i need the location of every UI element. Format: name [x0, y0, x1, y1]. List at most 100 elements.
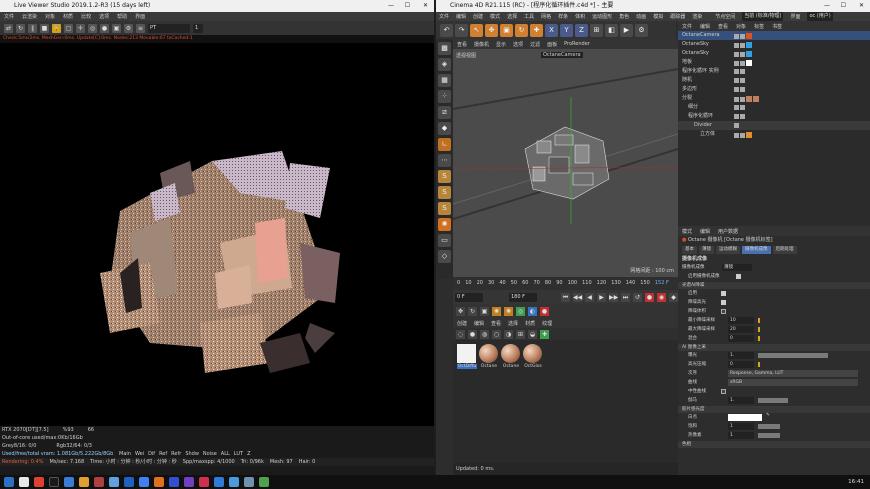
render-view-icon[interactable]: ◧	[605, 23, 618, 37]
floor-icon[interactable]: ▭	[438, 234, 451, 247]
taskbar-app-icon[interactable]	[109, 477, 119, 487]
param-checkbox[interactable]	[721, 309, 726, 314]
attribute-tab[interactable]: 运动模糊	[716, 246, 740, 254]
param-value[interactable]: 0	[728, 361, 754, 368]
octane-s-icon[interactable]: S	[438, 170, 451, 183]
object-menu-item[interactable]: 查看	[718, 23, 728, 30]
object-row[interactable]: 程序化循环 实例	[678, 67, 870, 76]
param-value[interactable]: 1.	[728, 352, 754, 359]
polygons-mode-icon[interactable]: ◆	[438, 122, 451, 135]
minimize-button[interactable]: —	[824, 0, 830, 12]
key-position-icon[interactable]: ✥	[456, 306, 465, 316]
material-menu-item[interactable]: 编辑	[474, 320, 484, 327]
specular-icon[interactable]: ○	[492, 329, 501, 339]
coord-system-icon[interactable]: ⊞	[590, 23, 603, 37]
close-button[interactable]: ✕	[423, 0, 428, 12]
maximize-button[interactable]: ☐	[841, 0, 846, 12]
taskbar-app-icon[interactable]	[49, 477, 59, 487]
object-row[interactable]: OctaneSky	[678, 49, 870, 58]
object-row[interactable]: 多边形	[678, 85, 870, 94]
lock-icon[interactable]: 🔒	[52, 23, 61, 33]
pass-tag[interactable]: Z	[247, 450, 250, 458]
node-space-select[interactable]: 当前 (标准/物理)	[742, 12, 784, 21]
object-menu-item[interactable]: 编辑	[700, 23, 710, 30]
menu-item[interactable]: 文件	[439, 13, 449, 20]
taskbar-app-icon[interactable]	[169, 477, 179, 487]
menu-item[interactable]: 比较	[81, 13, 91, 20]
viewport-menu-item[interactable]: 选项	[513, 41, 523, 48]
taskbar-app-icon[interactable]	[184, 477, 194, 487]
menu-item[interactable]: 跟踪器	[670, 13, 685, 20]
attribute-tab[interactable]: 基本	[682, 246, 697, 254]
response-select[interactable]: sRGB	[728, 379, 858, 386]
pass-tag[interactable]: LUT	[234, 450, 243, 458]
menu-item[interactable]: 界面	[135, 13, 145, 20]
section-header[interactable]: AI 图像上采	[678, 344, 870, 351]
recent-tool-icon[interactable]: ✚	[530, 23, 543, 37]
pass-tag[interactable]: ALL	[221, 450, 230, 458]
loop-icon[interactable]: ↺	[633, 292, 642, 302]
select-tool-icon[interactable]: ↖	[470, 23, 483, 37]
menu-item[interactable]: 动画	[636, 13, 646, 20]
param-value[interactable]: 1	[728, 423, 754, 430]
menu-item[interactable]: 创建	[473, 13, 483, 20]
goto-start-icon[interactable]: ⏮	[561, 292, 570, 302]
octane-s3-icon[interactable]: S	[438, 202, 451, 215]
material-menu-item[interactable]: 纹理	[542, 320, 552, 327]
mix-icon[interactable]: ◑	[504, 329, 513, 339]
move-tool-icon[interactable]: ✥	[485, 23, 498, 37]
attribute-menu-item[interactable]: 编辑	[700, 228, 710, 235]
taskbar-app-icon[interactable]	[124, 477, 134, 487]
param-value[interactable]: 20	[728, 326, 754, 333]
material-item[interactable]: OctDiffu	[457, 344, 477, 369]
material-item[interactable]: Octane	[479, 344, 499, 369]
attribute-menu-item[interactable]: 用户数据	[718, 228, 738, 235]
attribute-tab[interactable]: 后期处理	[772, 246, 797, 254]
object-menu-item[interactable]: 文件	[682, 23, 692, 30]
taskbar-app-icon[interactable]	[64, 477, 74, 487]
layout-select[interactable]: oc (用户)	[807, 12, 833, 21]
glossy-icon[interactable]: ◍	[480, 329, 489, 339]
object-row[interactable]: 地板	[678, 58, 870, 67]
white-point-swatch[interactable]	[728, 414, 762, 421]
close-button[interactable]: ✕	[859, 0, 864, 12]
menu-item[interactable]: 材质	[63, 13, 73, 20]
pass-tag[interactable]: Wei	[135, 450, 144, 458]
eyedropper-icon[interactable]: ✎	[766, 413, 770, 418]
menu-item[interactable]: 帮助	[117, 13, 127, 20]
viewport-menu-item[interactable]: 过滤	[530, 41, 540, 48]
prev-frame-icon[interactable]: ◀	[585, 292, 594, 302]
pass-tag[interactable]: Dif	[148, 450, 155, 458]
object-menu-item[interactable]: 书签	[772, 23, 782, 30]
menu-item[interactable]: 运动图形	[592, 13, 612, 20]
attribute-tab[interactable]: 薄镜	[699, 246, 714, 254]
param-slider[interactable]	[758, 433, 780, 438]
object-menu-item[interactable]: 对象	[736, 23, 746, 30]
model-mode-icon[interactable]: ◈	[438, 58, 451, 71]
viewport-menu-item[interactable]: 查看	[457, 41, 467, 48]
frame-end-field[interactable]: 180 F	[509, 292, 537, 302]
object-row[interactable]: 细分	[678, 103, 870, 112]
param-checkbox[interactable]	[721, 300, 726, 305]
taskbar-app-icon[interactable]	[244, 477, 254, 487]
octane-light-icon[interactable]: ✺	[438, 218, 451, 231]
convert-icon[interactable]: ✚	[540, 329, 549, 339]
taskbar-app-icon[interactable]	[154, 477, 164, 487]
object-row[interactable]: 分裂	[678, 94, 870, 103]
pass-tag[interactable]: Main	[119, 450, 131, 458]
param-value[interactable]: 0	[728, 335, 754, 342]
pick-icon[interactable]: ✛	[76, 23, 85, 33]
perspective-viewport[interactable]: 透视视图 OctaneCamera 网格间距 : 100 cm	[453, 49, 678, 277]
maximize-button[interactable]: ☐	[405, 0, 410, 12]
y-axis-icon[interactable]: Y	[560, 23, 573, 37]
node-editor-icon[interactable]: ⊞	[516, 329, 525, 339]
pass-tag[interactable]: Shdw	[185, 450, 199, 458]
texture-mode-icon[interactable]: ▦	[438, 74, 451, 87]
make-editable-icon[interactable]: ▩	[438, 42, 451, 55]
focus-icon[interactable]: ◎	[88, 23, 97, 33]
pass-tag[interactable]: Ref	[159, 450, 167, 458]
prev-key-icon[interactable]: ◀◀	[573, 292, 582, 302]
restart-icon[interactable]: ↻	[16, 23, 25, 33]
viewport-menu-item[interactable]: 显示	[496, 41, 506, 48]
octane-s2-icon[interactable]: S	[438, 186, 451, 199]
